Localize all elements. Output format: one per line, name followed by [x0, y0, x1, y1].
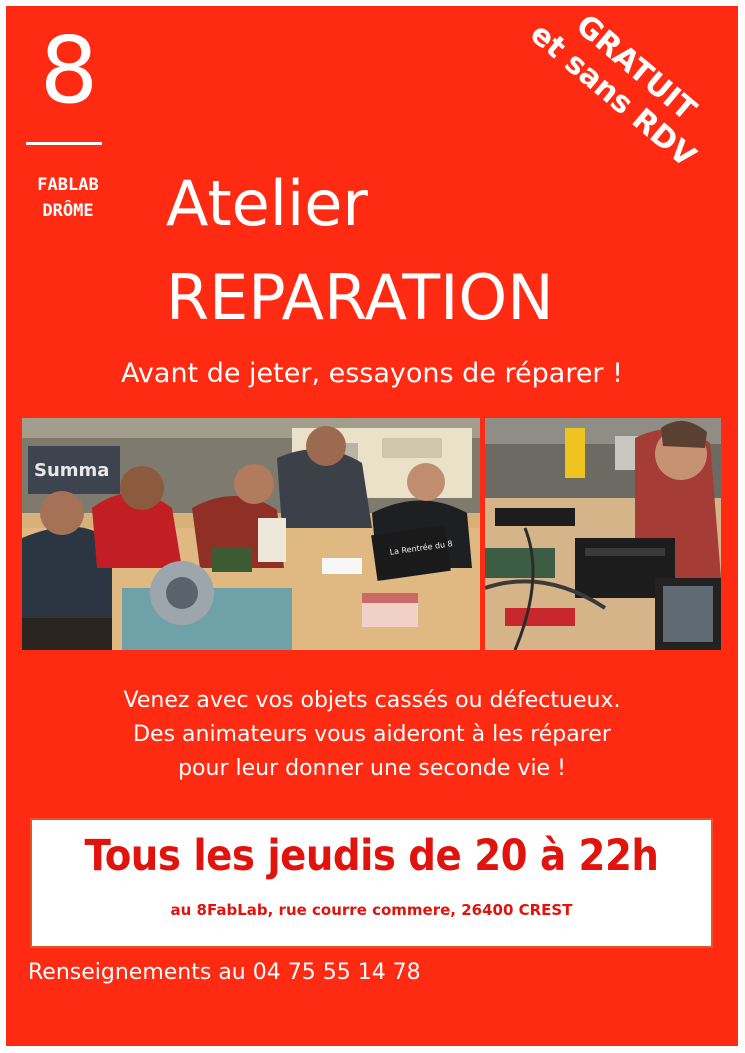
summa-sign: Summa: [34, 460, 109, 481]
description-line-2: Des animateurs vous aideront à les répar…: [133, 722, 611, 747]
schedule-box: Tous les jeudis de 20 à 22h au 8FabLab, …: [30, 818, 713, 948]
logo-line-fablab: FABLAB: [37, 175, 99, 195]
description: Venez avec vos objets cassés ou défectue…: [6, 684, 738, 786]
free-badge: GRATUIT et sans RDV: [501, 0, 745, 193]
description-line-1: Venez avec vos objets cassés ou défectue…: [123, 688, 621, 713]
workshop-photo-group: Summa La Rentrée du 8: [22, 418, 480, 650]
badge-line-gratuit: GRATUIT: [569, 7, 703, 128]
tagline: Avant de jeter, essayons de réparer !: [121, 358, 623, 389]
contact-phone: Renseignements au 04 75 55 14 78: [28, 960, 421, 985]
logo-divider: [26, 142, 102, 145]
description-line-3: pour leur donner une seconde vie !: [178, 756, 566, 781]
poster: 8 FABLAB DRÔME GRATUIT et sans RDV Ateli…: [6, 6, 738, 1046]
title-atelier: Atelier: [166, 167, 368, 240]
address-text: au 8FabLab, rue courre commere, 26400 CR…: [170, 901, 573, 919]
workshop-photo-repair: [485, 418, 721, 650]
logo-line-drome: DRÔME: [42, 201, 94, 221]
logo-text: FABLAB DRÔME: [20, 172, 116, 224]
title-reparation: REPARATION: [166, 261, 554, 334]
schedule-text: Tous les jeudis de 20 à 22h: [84, 831, 659, 881]
logo-number: 8: [39, 17, 99, 124]
